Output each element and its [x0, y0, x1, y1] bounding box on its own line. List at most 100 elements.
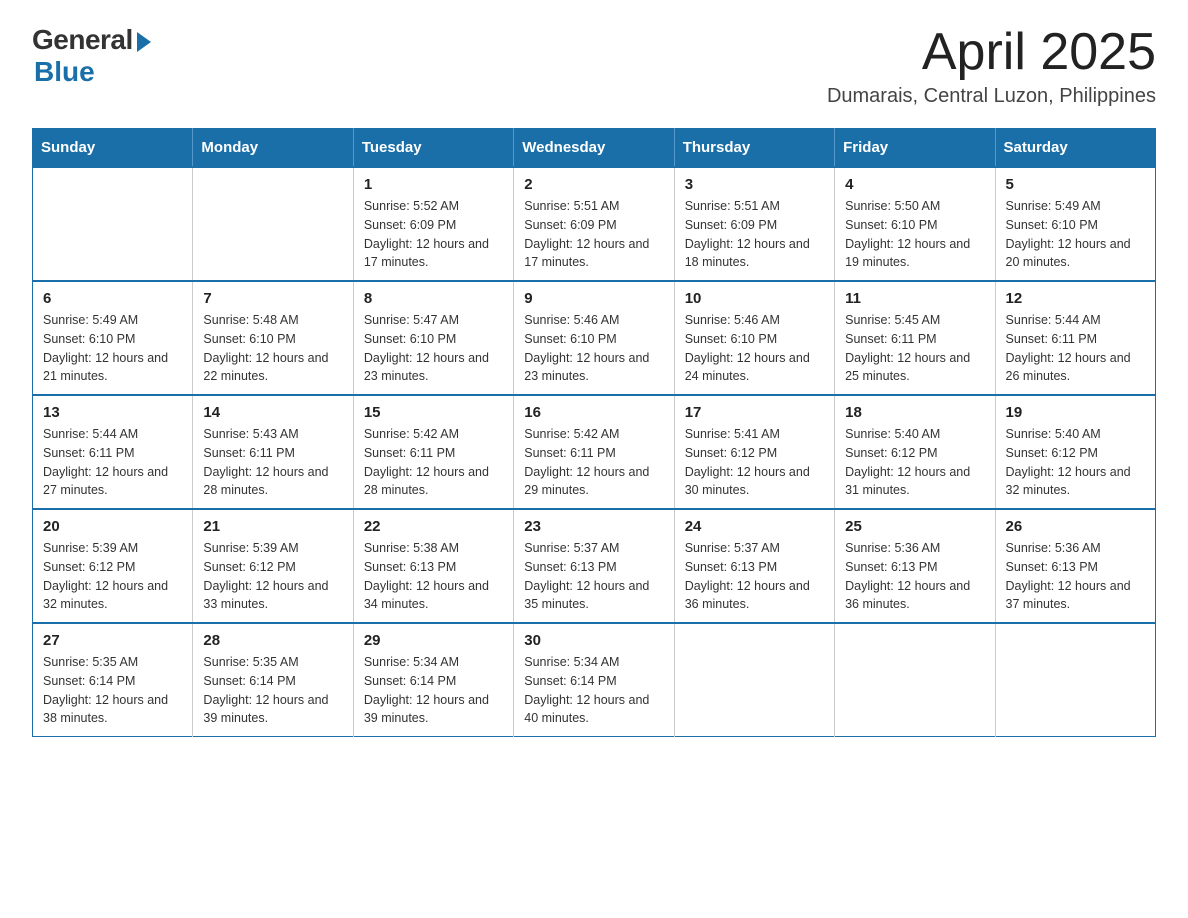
weekday-header-monday: Monday [193, 129, 353, 168]
day-info: Sunrise: 5:39 AM Sunset: 6:12 PM Dayligh… [203, 539, 342, 614]
weekday-header-sunday: Sunday [33, 129, 193, 168]
calendar-cell: 12 Sunrise: 5:44 AM Sunset: 6:11 PM Dayli… [995, 281, 1155, 395]
day-number: 17 [685, 404, 824, 421]
day-number: 24 [685, 518, 824, 535]
day-info: Sunrise: 5:34 AM Sunset: 6:14 PM Dayligh… [364, 653, 503, 728]
calendar-cell: 21 Sunrise: 5:39 AM Sunset: 6:12 PM Dayli… [193, 509, 353, 623]
weekday-header-friday: Friday [835, 129, 995, 168]
calendar-cell: 23Sunrise: 5:37 AM Sunset: 6:13 PM Dayli… [514, 509, 674, 623]
location-text: Dumarais, Central Luzon, Philippines [827, 85, 1156, 108]
day-number: 4 [845, 176, 984, 193]
logo: General Blue [32, 24, 151, 88]
calendar-cell: 5 Sunrise: 5:49 AM Sunset: 6:10 PM Daylig… [995, 167, 1155, 281]
calendar-cell: 7Sunrise: 5:48 AM Sunset: 6:10 PM Daylig… [193, 281, 353, 395]
title-section: April 2025 Dumarais, Central Luzon, Phil… [827, 24, 1156, 108]
calendar-cell: 9 Sunrise: 5:46 AM Sunset: 6:10 PM Daylig… [514, 281, 674, 395]
day-number: 29 [364, 632, 503, 649]
day-number: 22 [364, 518, 503, 535]
calendar-cell: 13Sunrise: 5:44 AM Sunset: 6:11 PM Dayli… [33, 395, 193, 509]
day-info: Sunrise: 5:46 AM Sunset: 6:10 PM Dayligh… [524, 311, 663, 386]
day-info: Sunrise: 5:48 AM Sunset: 6:10 PM Dayligh… [203, 311, 342, 386]
calendar-cell: 22 Sunrise: 5:38 AM Sunset: 6:13 PM Dayli… [353, 509, 513, 623]
calendar-cell [995, 623, 1155, 737]
calendar-cell: 4Sunrise: 5:50 AM Sunset: 6:10 PM Daylig… [835, 167, 995, 281]
day-number: 2 [524, 176, 663, 193]
day-number: 5 [1006, 176, 1145, 193]
calendar-cell: 28Sunrise: 5:35 AM Sunset: 6:14 PM Dayli… [193, 623, 353, 737]
calendar-cell: 16 Sunrise: 5:42 AM Sunset: 6:11 PM Dayli… [514, 395, 674, 509]
day-info: Sunrise: 5:35 AM Sunset: 6:14 PM Dayligh… [43, 653, 182, 728]
calendar-table: SundayMondayTuesdayWednesdayThursdayFrid… [32, 128, 1156, 737]
day-info: Sunrise: 5:49 AM Sunset: 6:10 PM Dayligh… [1006, 197, 1145, 272]
weekday-header-tuesday: Tuesday [353, 129, 513, 168]
calendar-cell: 24 Sunrise: 5:37 AM Sunset: 6:13 PM Dayli… [674, 509, 834, 623]
day-number: 12 [1006, 290, 1145, 307]
day-info: Sunrise: 5:38 AM Sunset: 6:13 PM Dayligh… [364, 539, 503, 614]
day-number: 21 [203, 518, 342, 535]
day-info: Sunrise: 5:52 AM Sunset: 6:09 PM Dayligh… [364, 197, 503, 272]
calendar-cell [674, 623, 834, 737]
day-number: 20 [43, 518, 182, 535]
day-number: 30 [524, 632, 663, 649]
calendar-cell [193, 167, 353, 281]
day-info: Sunrise: 5:47 AM Sunset: 6:10 PM Dayligh… [364, 311, 503, 386]
day-number: 25 [845, 518, 984, 535]
day-number: 6 [43, 290, 182, 307]
weekday-header-saturday: Saturday [995, 129, 1155, 168]
day-info: Sunrise: 5:40 AM Sunset: 6:12 PM Dayligh… [1006, 425, 1145, 500]
calendar-week-row: 20 Sunrise: 5:39 AM Sunset: 6:12 PM Dayli… [33, 509, 1156, 623]
day-number: 13 [43, 404, 182, 421]
day-number: 18 [845, 404, 984, 421]
page-header: General Blue April 2025 Dumarais, Centra… [32, 24, 1156, 108]
calendar-cell [835, 623, 995, 737]
calendar-cell: 3 Sunrise: 5:51 AM Sunset: 6:09 PM Daylig… [674, 167, 834, 281]
calendar-cell: 6Sunrise: 5:49 AM Sunset: 6:10 PM Daylig… [33, 281, 193, 395]
calendar-cell: 29 Sunrise: 5:34 AM Sunset: 6:14 PM Dayli… [353, 623, 513, 737]
day-number: 3 [685, 176, 824, 193]
calendar-cell: 18 Sunrise: 5:40 AM Sunset: 6:12 PM Dayli… [835, 395, 995, 509]
day-number: 19 [1006, 404, 1145, 421]
calendar-cell: 15 Sunrise: 5:42 AM Sunset: 6:11 PM Dayli… [353, 395, 513, 509]
day-info: Sunrise: 5:51 AM Sunset: 6:09 PM Dayligh… [685, 197, 824, 272]
day-info: Sunrise: 5:42 AM Sunset: 6:11 PM Dayligh… [524, 425, 663, 500]
calendar-week-row: 1 Sunrise: 5:52 AM Sunset: 6:09 PM Daylig… [33, 167, 1156, 281]
day-number: 1 [364, 176, 503, 193]
day-info: Sunrise: 5:35 AM Sunset: 6:14 PM Dayligh… [203, 653, 342, 728]
day-info: Sunrise: 5:37 AM Sunset: 6:13 PM Dayligh… [685, 539, 824, 614]
day-number: 27 [43, 632, 182, 649]
day-info: Sunrise: 5:46 AM Sunset: 6:10 PM Dayligh… [685, 311, 824, 386]
calendar-week-row: 27 Sunrise: 5:35 AM Sunset: 6:14 PM Dayli… [33, 623, 1156, 737]
day-info: Sunrise: 5:45 AM Sunset: 6:11 PM Dayligh… [845, 311, 984, 386]
day-info: Sunrise: 5:39 AM Sunset: 6:12 PM Dayligh… [43, 539, 182, 614]
day-info: Sunrise: 5:34 AM Sunset: 6:14 PM Dayligh… [524, 653, 663, 728]
calendar-cell: 27 Sunrise: 5:35 AM Sunset: 6:14 PM Dayli… [33, 623, 193, 737]
calendar-cell: 26Sunrise: 5:36 AM Sunset: 6:13 PM Dayli… [995, 509, 1155, 623]
calendar-cell: 14Sunrise: 5:43 AM Sunset: 6:11 PM Dayli… [193, 395, 353, 509]
day-number: 10 [685, 290, 824, 307]
calendar-week-row: 13Sunrise: 5:44 AM Sunset: 6:11 PM Dayli… [33, 395, 1156, 509]
day-number: 11 [845, 290, 984, 307]
day-number: 14 [203, 404, 342, 421]
calendar-cell: 30 Sunrise: 5:34 AM Sunset: 6:14 PM Dayli… [514, 623, 674, 737]
day-info: Sunrise: 5:42 AM Sunset: 6:11 PM Dayligh… [364, 425, 503, 500]
logo-blue-text: Blue [34, 56, 95, 88]
day-number: 16 [524, 404, 663, 421]
logo-arrow-icon [137, 32, 151, 52]
day-info: Sunrise: 5:36 AM Sunset: 6:13 PM Dayligh… [1006, 539, 1145, 614]
day-info: Sunrise: 5:44 AM Sunset: 6:11 PM Dayligh… [1006, 311, 1145, 386]
day-info: Sunrise: 5:40 AM Sunset: 6:12 PM Dayligh… [845, 425, 984, 500]
weekday-header-wednesday: Wednesday [514, 129, 674, 168]
day-number: 23 [524, 518, 663, 535]
calendar-cell: 2 Sunrise: 5:51 AM Sunset: 6:09 PM Daylig… [514, 167, 674, 281]
calendar-cell: 11 Sunrise: 5:45 AM Sunset: 6:11 PM Dayli… [835, 281, 995, 395]
calendar-header-row: SundayMondayTuesdayWednesdayThursdayFrid… [33, 129, 1156, 168]
calendar-cell [33, 167, 193, 281]
day-info: Sunrise: 5:51 AM Sunset: 6:09 PM Dayligh… [524, 197, 663, 272]
calendar-cell: 8Sunrise: 5:47 AM Sunset: 6:10 PM Daylig… [353, 281, 513, 395]
logo-general-text: General [32, 24, 133, 56]
day-info: Sunrise: 5:36 AM Sunset: 6:13 PM Dayligh… [845, 539, 984, 614]
day-number: 15 [364, 404, 503, 421]
day-number: 9 [524, 290, 663, 307]
calendar-cell: 20 Sunrise: 5:39 AM Sunset: 6:12 PM Dayli… [33, 509, 193, 623]
calendar-cell: 10 Sunrise: 5:46 AM Sunset: 6:10 PM Dayli… [674, 281, 834, 395]
